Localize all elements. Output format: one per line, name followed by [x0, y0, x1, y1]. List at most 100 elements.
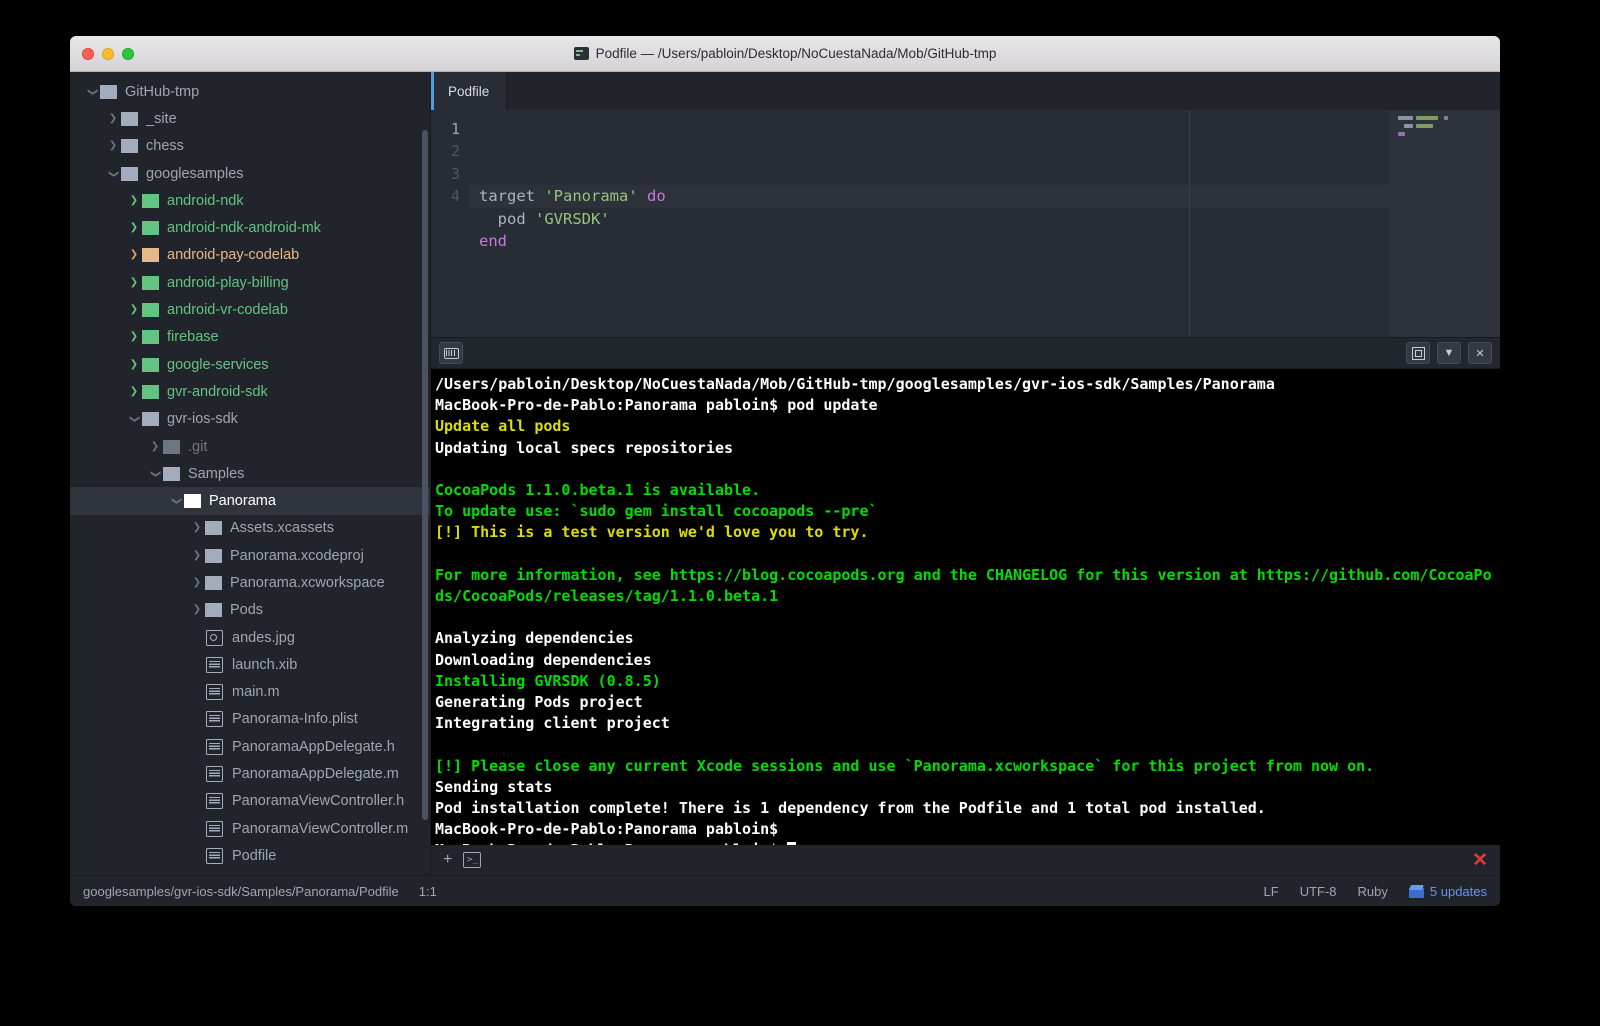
- chevron-right-icon[interactable]: ❯: [189, 577, 205, 588]
- code-line[interactable]: end: [469, 230, 1500, 252]
- tree-item-podfile[interactable]: Podfile: [70, 842, 430, 869]
- tree-item-android-play-billing[interactable]: ❯ android-play-billing: [70, 269, 430, 296]
- tree-item--site[interactable]: ❯ _site: [70, 105, 430, 132]
- tree-item-samples[interactable]: ❯ Samples: [70, 460, 430, 487]
- terminal-line-text: [435, 608, 444, 626]
- chevron-right-icon[interactable]: ❯: [189, 550, 205, 561]
- minimap-line: [1415, 124, 1434, 128]
- chevron-down-icon[interactable]: ▼: [1437, 342, 1461, 364]
- terminal-line-text: [435, 735, 444, 753]
- tree-item-label: Podfile: [232, 847, 277, 864]
- code-line[interactable]: target 'Panorama' do: [469, 185, 1500, 208]
- status-updates-label: 5 updates: [1429, 883, 1487, 899]
- status-file-path[interactable]: googlesamples/gvr-ios-sdk/Samples/Panora…: [83, 884, 399, 899]
- tree-item-label: PanoramaAppDelegate.h: [232, 738, 395, 755]
- chevron-down-icon[interactable]: ❯: [150, 466, 161, 482]
- tab-podfile[interactable]: Podfile: [431, 72, 508, 110]
- status-grammar[interactable]: Ruby: [1358, 884, 1388, 899]
- status-line-ending[interactable]: LF: [1264, 884, 1279, 899]
- tree-view[interactable]: ❯ GitHub-tmp ❯ _site ❯ chess ❯ googlesamples ❯ an…: [70, 72, 430, 875]
- chevron-down-icon[interactable]: ❯: [108, 166, 119, 182]
- status-cursor-position[interactable]: 1:1: [419, 884, 437, 899]
- folder-icon: [121, 139, 138, 154]
- chevron-right-icon[interactable]: ❯: [126, 277, 142, 288]
- chevron-down-icon[interactable]: ❯: [171, 493, 182, 509]
- tree-item-android-pay-codelab[interactable]: ❯ android-pay-codelab: [70, 242, 430, 269]
- tree-item-label: android-ndk: [167, 192, 244, 209]
- tree-item-launch-xib[interactable]: launch.xib: [70, 651, 430, 678]
- chevron-right-icon[interactable]: ❯: [105, 113, 121, 124]
- status-updates[interactable]: 5 updates: [1408, 883, 1487, 899]
- maximize-icon[interactable]: [1406, 342, 1430, 364]
- tree-item-chess[interactable]: ❯ chess: [70, 133, 430, 160]
- tree-item-github-tmp[interactable]: ❯ GitHub-tmp: [70, 78, 430, 105]
- atom-window: Podfile — /Users/pabloin/Desktop/NoCuest…: [70, 36, 1500, 906]
- chevron-down-icon[interactable]: ❯: [129, 411, 140, 427]
- terminal-line-text: [435, 460, 444, 478]
- chevron-right-icon[interactable]: ❯: [126, 195, 142, 206]
- code-token: target: [479, 187, 545, 206]
- tree-item-googlesamples[interactable]: ❯ googlesamples: [70, 160, 430, 187]
- tree-item-label: PanoramaViewController.h: [232, 793, 405, 810]
- code-line[interactable]: [469, 252, 1500, 274]
- text-editor[interactable]: 1 2 3 4 target 'Panorama' do pod 'GVRSDK' en…: [431, 110, 1500, 337]
- folder-icon: [142, 221, 159, 236]
- tree-item--git[interactable]: ❯ .git: [70, 433, 430, 460]
- tree-item-label: android-pay-codelab: [167, 247, 300, 264]
- chevron-right-icon[interactable]: ❯: [189, 605, 205, 615]
- window-minimize-button[interactable]: [102, 47, 114, 60]
- code-content[interactable]: target 'Panorama' do pod 'GVRSDK' end: [469, 110, 1500, 337]
- chevron-right-icon[interactable]: ❯: [126, 223, 142, 233]
- tree-item-panorama-xcodeproj[interactable]: ❯ Panorama.xcodeproj: [70, 542, 430, 569]
- chevron-right-icon[interactable]: ❯: [126, 332, 142, 342]
- terminal-line: [435, 544, 1496, 565]
- folder-icon: [184, 494, 201, 509]
- tree-item-andes-jpg[interactable]: andes.jpg: [70, 624, 430, 651]
- tree-item-panorama-info-plist[interactable]: Panorama-Info.plist: [70, 706, 430, 733]
- tree-item-panorama-xcworkspace[interactable]: ❯ Panorama.xcworkspace: [70, 569, 430, 596]
- tree-item-panoramaviewcontroller-m[interactable]: PanoramaViewController.m: [70, 815, 430, 842]
- tree-view-scrollbar[interactable]: [422, 130, 428, 820]
- tree-item-google-services[interactable]: ❯ google-services: [70, 351, 430, 378]
- tree-item-panoramaappdelegate-m[interactable]: PanoramaAppDelegate.m: [70, 760, 430, 787]
- tree-item-label: launch.xib: [232, 656, 298, 673]
- tree-item-android-vr-codelab[interactable]: ❯ android-vr-codelab: [70, 296, 430, 323]
- terminal-tab-icon[interactable]: >_: [463, 852, 482, 868]
- chevron-down-icon[interactable]: ❯: [87, 84, 98, 100]
- code-line[interactable]: pod 'GVRSDK': [469, 208, 1500, 230]
- close-icon[interactable]: ✕: [1468, 342, 1492, 364]
- terminal-close-button[interactable]: ✕: [1472, 851, 1488, 870]
- chevron-right-icon[interactable]: ❯: [126, 250, 142, 260]
- chevron-right-icon[interactable]: ❯: [105, 141, 121, 151]
- chevron-right-icon[interactable]: ❯: [126, 359, 142, 370]
- chevron-right-icon[interactable]: ❯: [189, 523, 205, 533]
- folder-icon: [142, 303, 159, 318]
- add-terminal-button[interactable]: +: [443, 852, 452, 868]
- tree-item-android-ndk[interactable]: ❯ android-ndk: [70, 187, 430, 214]
- terminal-output[interactable]: /Users/pabloin/Desktop/NoCuestaNada/Mob/…: [431, 369, 1500, 845]
- tree-item-label: googlesamples: [146, 165, 244, 182]
- chevron-right-icon[interactable]: ❯: [126, 305, 142, 315]
- status-encoding[interactable]: UTF-8: [1300, 884, 1337, 899]
- tree-item-panoramaviewcontroller-h[interactable]: PanoramaViewController.h: [70, 788, 430, 815]
- tree-item-assets-xcassets[interactable]: ❯ Assets.xcassets: [70, 515, 430, 542]
- tree-item-main-m[interactable]: main.m: [70, 679, 430, 706]
- tree-item-panorama[interactable]: ❯ Panorama: [70, 487, 430, 515]
- tree-item-panoramaappdelegate-h[interactable]: PanoramaAppDelegate.h: [70, 733, 430, 760]
- window-maximize-button[interactable]: [122, 47, 134, 60]
- window-title: Podfile — /Users/pabloin/Desktop/NoCuest…: [595, 46, 997, 61]
- tree-item-firebase[interactable]: ❯ firebase: [70, 324, 430, 351]
- window-close-button[interactable]: [82, 47, 94, 60]
- tree-item-gvr-ios-sdk[interactable]: ❯ gvr-ios-sdk: [70, 406, 430, 433]
- terminal-line-text: To update use: `sudo gem install cocoapo…: [435, 502, 878, 521]
- tree-item-gvr-android-sdk[interactable]: ❯ gvr-android-sdk: [70, 378, 430, 405]
- chevron-right-icon[interactable]: ❯: [126, 386, 142, 397]
- tree-item-android-ndk-android-mk[interactable]: ❯ android-ndk-android-mk: [70, 214, 430, 241]
- tree-item-label: GitHub-tmp: [125, 83, 200, 100]
- keyboard-icon[interactable]: [439, 342, 463, 364]
- minimap[interactable]: [1390, 110, 1500, 337]
- terminal-line-text: Updating local specs repositories: [435, 438, 734, 457]
- tree-view-rows: ❯ GitHub-tmp ❯ _site ❯ chess ❯ googlesamples ❯ an…: [70, 78, 430, 870]
- chevron-right-icon[interactable]: ❯: [147, 441, 163, 452]
- tree-item-pods[interactable]: ❯ Pods: [70, 597, 430, 624]
